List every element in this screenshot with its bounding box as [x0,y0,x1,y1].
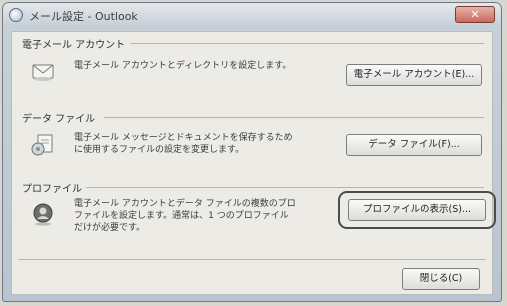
data-files-description-line-2: に使用するファイルの設定を変更します。 [74,145,245,155]
close-button[interactable]: 閉じる(C) [402,268,480,290]
profile-icon [33,203,53,226]
email-account-icon [32,64,54,81]
email-accounts-button[interactable]: 電子メール アカウント(E)... [346,64,482,86]
profiles-description-line-1: 電子メール アカウントとデータ ファイルの複数のプロ [74,199,296,209]
title-bar[interactable]: メール設定 - Outlook ✕ [3,3,501,29]
data-files-button[interactable]: データ ファイル(F)... [346,134,482,156]
group-divider [104,117,484,118]
mail-setup-dialog: メール設定 - Outlook ✕ 電子メール アカウント 電子メール アカウン… [2,2,502,302]
dialog-body: 電子メール アカウント 電子メール アカウントとディレクトリを設定します。 電子… [11,31,496,295]
profiles-description-line-3: だけが必要です。 [74,223,146,233]
show-profiles-button[interactable]: プロファイルの表示(S)... [348,199,486,221]
group-label-data-files: データ ファイル [22,114,96,125]
window-close-button[interactable]: ✕ [455,6,495,23]
data-file-icon [31,134,53,156]
window-title: メール設定 - Outlook [29,10,138,23]
group-divider [130,43,484,44]
group-label-profiles: プロファイル [22,184,82,195]
email-accounts-description: 電子メール アカウントとディレクトリを設定します。 [74,61,292,71]
footer-divider [18,259,486,260]
group-divider [86,187,484,188]
profiles-description-line-2: ファイルを設定します。通常は、1 つのプロファイル [74,211,289,221]
outlook-app-icon [9,8,23,22]
group-label-email-accounts: 電子メール アカウント [22,40,126,51]
data-files-description-line-1: 電子メール メッセージとドキュメントを保存するため [74,133,293,143]
